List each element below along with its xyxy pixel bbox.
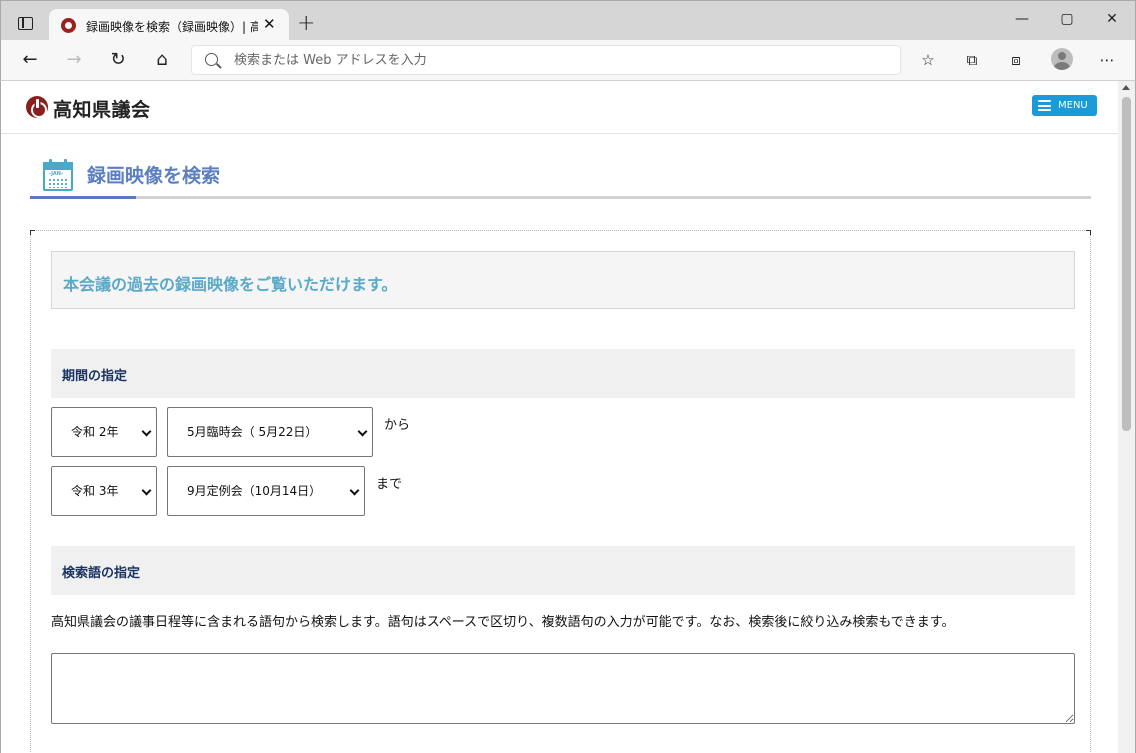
kochi-logo-icon[interactable] (26, 96, 48, 118)
keyword-description: 高知県議会の議事日程等に含まれる語句から検索します。語句はスペースで区切り、複数… (51, 615, 955, 630)
period-section-heading: 期間の指定 (51, 349, 1075, 398)
page-viewport: 高知県議会 MENU -JAN- 録画映像を検索 本会議の過去の録画映像をご覧い… (0, 81, 1136, 753)
window-close-icon[interactable]: ✕ (1102, 11, 1122, 27)
address-input[interactable] (234, 50, 874, 70)
browser-titlebar: 録画映像を検索（録画映像）| 高知県議会 ✕ + — ▢ ✕ (0, 0, 1136, 42)
collections-icon[interactable]: ⧉ (961, 50, 983, 70)
keyword-section-heading: 検索語の指定 (51, 546, 1075, 595)
menu-button[interactable]: MENU (1032, 95, 1097, 116)
tab-close-icon[interactable]: ✕ (263, 15, 276, 33)
page-title: 録画映像を検索 (87, 165, 221, 187)
favorites-icon[interactable]: ☆ (917, 50, 939, 70)
hamburger-icon (1038, 100, 1051, 111)
heading-accent-bar (30, 196, 136, 199)
to-suffix: まで (376, 477, 403, 492)
profile-avatar[interactable] (1051, 48, 1073, 70)
tab-title: 録画映像を検索（録画映像）| 高知県議会 (86, 20, 258, 34)
calendar-icon: -JAN- (43, 159, 73, 191)
tab-actions-icon[interactable] (18, 17, 33, 30)
maximize-icon[interactable]: ▢ (1057, 11, 1077, 27)
keyword-textarea[interactable] (51, 653, 1075, 724)
address-bar[interactable] (191, 45, 901, 75)
from-session-select[interactable]: 5月臨時会（ 5月22日） (167, 407, 373, 457)
back-arrow-icon[interactable]: ← (18, 48, 42, 72)
from-suffix: から (384, 418, 411, 433)
from-year-select[interactable]: 令和 2年 (51, 407, 157, 457)
site-favicon-icon (61, 18, 76, 33)
to-year-select[interactable]: 令和 3年 (51, 466, 157, 516)
chevron-down-icon (141, 426, 152, 437)
more-options-icon[interactable]: ⋯ (1096, 50, 1118, 70)
forward-arrow-icon[interactable]: → (62, 48, 86, 72)
keyword-heading-text: 検索語の指定 (62, 566, 141, 581)
site-logo-text[interactable]: 高知県議会 (53, 95, 151, 122)
minimize-icon[interactable]: — (1012, 11, 1032, 27)
vertical-scrollbar[interactable] (1118, 81, 1135, 753)
intro-banner: 本会議の過去の録画映像をご覧いただけます。 (51, 251, 1075, 309)
home-icon[interactable]: ⌂ (150, 48, 174, 72)
search-icon (205, 53, 218, 66)
page-heading: -JAN- 録画映像を検索 (30, 153, 1091, 199)
site-header: 高知県議会 MENU (1, 81, 1118, 134)
refresh-icon[interactable]: ↻ (106, 48, 130, 72)
extensions-icon[interactable]: ⧈ (1005, 50, 1027, 70)
chevron-down-icon (349, 485, 360, 496)
chevron-down-icon (357, 426, 368, 437)
new-tab-button[interactable]: + (297, 11, 315, 36)
intro-text: 本会議の過去の録画映像をご覧いただけます。 (63, 275, 398, 294)
chevron-down-icon (141, 485, 152, 496)
browser-tab[interactable]: 録画映像を検索（録画映像）| 高知県議会 ✕ (49, 9, 289, 42)
to-session-select[interactable]: 9月定例会（10月14日） (167, 466, 365, 516)
scroll-thumb[interactable] (1122, 97, 1131, 431)
scroll-up-arrow-icon[interactable] (1122, 85, 1130, 90)
search-form-container: 本会議の過去の録画映像をご覧いただけます。 期間の指定 令和 2年 5月臨時会（… (30, 230, 1091, 753)
browser-toolbar: ← → ↻ ⌂ ☆ ⧉ ⧈ ⋯ (0, 40, 1136, 81)
period-heading-text: 期間の指定 (62, 369, 128, 384)
menu-label: MENU (1058, 100, 1088, 111)
